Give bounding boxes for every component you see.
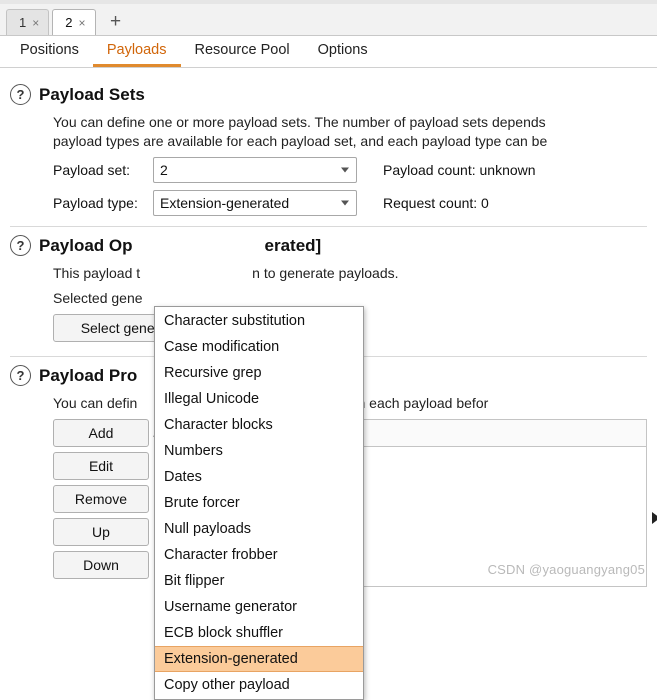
down-button[interactable]: Down [53, 551, 149, 579]
dropdown-item-ecb-block-shuffler[interactable]: ECB block shuffler [155, 620, 363, 646]
payload-set-dropdown[interactable]: 2 [153, 157, 357, 183]
dropdown-item-copy-other-payload[interactable]: Copy other payload [155, 672, 363, 698]
help-icon[interactable]: ? [10, 235, 31, 256]
dropdown-item-dates[interactable]: Dates [155, 464, 363, 490]
divider [10, 226, 647, 227]
dropdown-item-case-modification[interactable]: Case modification [155, 334, 363, 360]
payload-type-value: Extension-generated [160, 195, 290, 211]
number-tab-2-label: 2 [65, 15, 73, 30]
number-tab-1[interactable]: 1 × [6, 9, 50, 35]
dropdown-item-numbers[interactable]: Numbers [155, 438, 363, 464]
dropdown-item-character-substitution[interactable]: Character substitution [155, 308, 363, 334]
payload-options-title-tail: erated] [264, 235, 322, 255]
payload-processing-description-head: You can defin [53, 395, 138, 411]
dropdown-item-username-generator[interactable]: Username generator [155, 594, 363, 620]
request-count: Request count: 0 [383, 195, 489, 211]
payload-set-label: Payload set: [53, 162, 131, 178]
help-icon[interactable]: ? [10, 365, 31, 386]
payload-type-dropdown[interactable]: Extension-generated [153, 190, 357, 216]
add-tab-button[interactable]: + [103, 9, 129, 35]
tab-options[interactable]: Options [304, 36, 382, 67]
help-icon[interactable]: ? [10, 84, 31, 105]
payload-processing-buttons: Add Edit Remove Up Down [53, 419, 149, 579]
payload-options-header: ? Payload Op erated] [10, 235, 647, 256]
dropdown-item-character-frobber[interactable]: Character frobber [155, 542, 363, 568]
remove-button[interactable]: Remove [53, 485, 149, 513]
payload-set-row: Payload set: 2 Payload count: unknown [53, 157, 647, 183]
dropdown-item-recursive-grep[interactable]: Recursive grep [155, 360, 363, 386]
tab-strip: 1 × 2 × + [0, 0, 657, 36]
payload-options-title: Payload Op [39, 235, 133, 255]
payload-type-dropdown-list[interactable]: Character substitution Case modification… [154, 306, 364, 700]
payload-count: Payload count: unknown [383, 162, 536, 178]
payload-set-value: 2 [160, 162, 168, 178]
payload-type-label: Payload type: [53, 195, 138, 211]
dropdown-item-illegal-unicode[interactable]: Illegal Unicode [155, 386, 363, 412]
tab-positions[interactable]: Positions [6, 36, 93, 67]
number-tab-2[interactable]: 2 × [52, 9, 96, 35]
dropdown-item-brute-forcer[interactable]: Brute forcer [155, 490, 363, 516]
payload-sets-description: You can define one or more payload sets.… [53, 114, 548, 149]
scroll-right-icon[interactable] [652, 512, 657, 524]
payload-type-row: Payload type: Extension-generated Reques… [53, 190, 647, 216]
payload-sets-section: ? Payload Sets You can define one or mor… [0, 84, 657, 227]
payload-options-description-head: This payload t [53, 265, 141, 281]
close-icon[interactable]: × [78, 17, 85, 29]
dropdown-item-extension-generated[interactable]: Extension-generated [155, 646, 363, 672]
dropdown-item-bit-flipper[interactable]: Bit flipper [155, 568, 363, 594]
close-icon[interactable]: × [32, 17, 39, 29]
payload-processing-title: Payload Pro [39, 365, 138, 385]
watermark: CSDN @yaoguangyang05 [487, 562, 645, 577]
edit-button[interactable]: Edit [53, 452, 149, 480]
payload-options-description-tail: n to generate payloads. [252, 265, 399, 281]
number-tab-1-label: 1 [19, 15, 27, 30]
payload-options-description: This payload t n to generate payloads. [53, 264, 647, 283]
tab-payloads[interactable]: Payloads [92, 36, 181, 67]
dropdown-item-null-payloads[interactable]: Null payloads [155, 516, 363, 542]
payload-sets-title: Payload Sets [39, 84, 145, 104]
section-tabs: Positions Payloads Resource Pool Options [0, 36, 657, 68]
add-button[interactable]: Add [53, 419, 149, 447]
payload-sets-header: ? Payload Sets [10, 84, 647, 105]
chevron-down-icon [341, 200, 349, 206]
tab-resource-pool[interactable]: Resource Pool [181, 36, 304, 67]
dropdown-item-character-blocks[interactable]: Character blocks [155, 412, 363, 438]
payloads-panel: ? Payload Sets You can define one or mor… [0, 68, 657, 700]
up-button[interactable]: Up [53, 518, 149, 546]
chevron-down-icon [341, 167, 349, 173]
